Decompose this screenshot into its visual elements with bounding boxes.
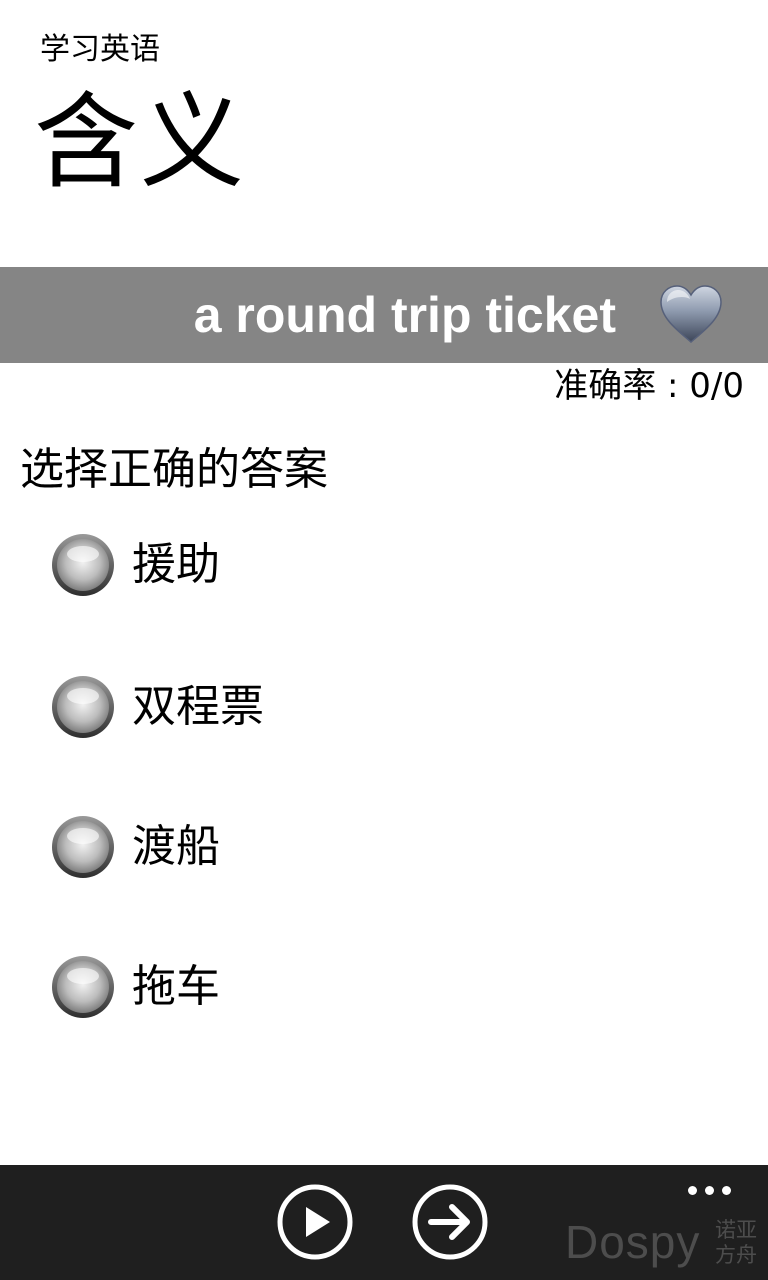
answer-option-3[interactable]: 渡船 xyxy=(48,812,648,882)
word-banner: a round trip ticket xyxy=(0,267,768,363)
option-label: 渡船 xyxy=(132,821,220,872)
accuracy-label: 准确率 : 0/0 xyxy=(554,366,744,406)
more-dots-icon[interactable] xyxy=(684,1173,734,1203)
arrow-right-icon[interactable] xyxy=(411,1183,489,1261)
watermark-sub-line1: 诺亚 xyxy=(715,1218,757,1242)
heart-icon[interactable] xyxy=(657,280,725,348)
word-text: a round trip ticket xyxy=(193,287,616,343)
answer-option-1[interactable]: 援助 xyxy=(48,530,648,600)
radio-icon xyxy=(52,956,114,1018)
option-label: 援助 xyxy=(132,539,220,590)
answer-option-2[interactable]: 双程票 xyxy=(48,672,648,742)
watermark-sub-line2: 方舟 xyxy=(715,1243,757,1267)
watermark-subtext: 诺亚 方舟 xyxy=(715,1218,765,1268)
option-label: 拖车 xyxy=(132,961,220,1012)
watermark: Dospy 诺亚 方舟 xyxy=(565,1212,765,1272)
app-title: 学习英语 xyxy=(40,32,160,67)
quiz-prompt: 选择正确的答案 xyxy=(20,444,328,495)
play-icon[interactable] xyxy=(276,1183,354,1261)
option-label: 双程票 xyxy=(132,681,264,732)
answer-option-4[interactable]: 拖车 xyxy=(48,952,648,1022)
watermark-text: Dospy xyxy=(565,1216,701,1268)
radio-icon xyxy=(52,676,114,738)
radio-icon xyxy=(52,534,114,596)
radio-icon xyxy=(52,816,114,878)
page-title: 含义 xyxy=(34,81,247,203)
